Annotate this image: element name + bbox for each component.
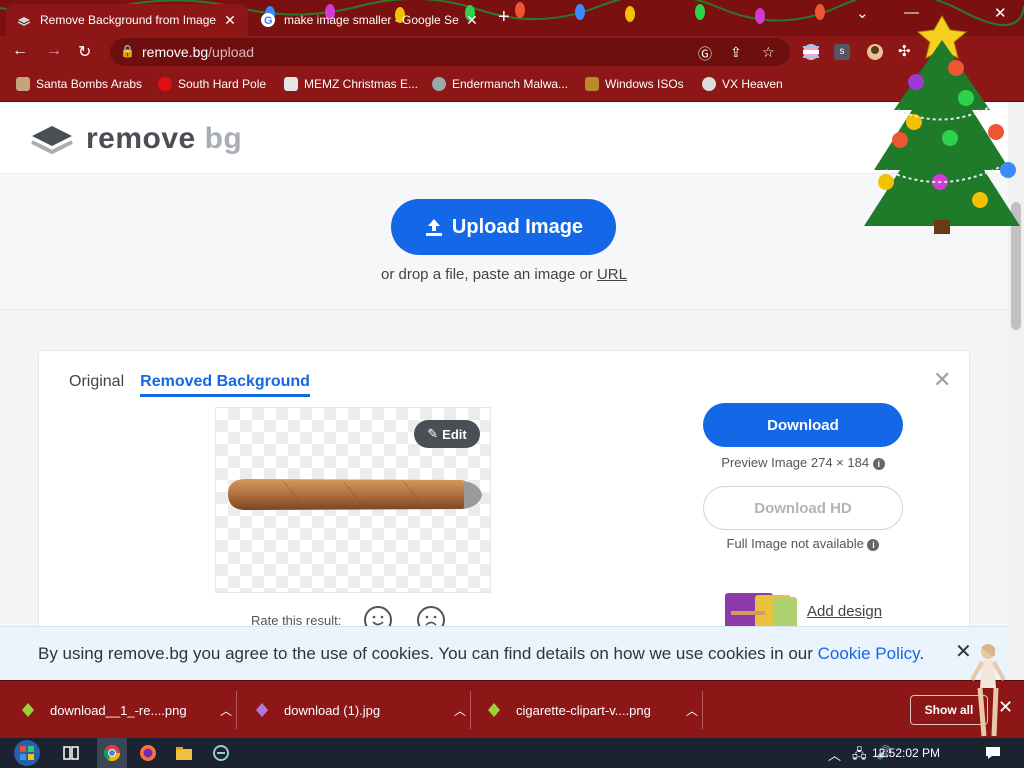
christmas-tree-overlay <box>864 14 1020 234</box>
lock-icon: 🔒 <box>120 44 135 58</box>
close-result-icon[interactable]: ✕ <box>933 367 951 393</box>
site-header: remove bg <box>0 102 1008 174</box>
bookmark-favicon-icon <box>284 77 298 91</box>
show-hidden-icons-chevron-icon[interactable]: ︿ <box>828 745 841 764</box>
bookmark-favicon-icon <box>16 77 30 91</box>
cookie-policy-link[interactable]: Cookie Policy <box>818 644 920 663</box>
address-bar[interactable]: 🔒 remove.bg/upload Ⓖ ⇪ ☆ <box>110 38 790 66</box>
bookmark-item[interactable]: Santa Bombs Arabs <box>16 77 142 91</box>
full-image-info: Full Image not available i <box>703 536 903 551</box>
image-file-icon <box>256 703 268 717</box>
logo-text-bg: bg <box>204 122 243 155</box>
url-link[interactable]: URL <box>597 266 627 283</box>
bookmark-favicon-icon <box>158 77 172 91</box>
close-tab-icon[interactable]: ✕ <box>222 12 238 29</box>
extension-s-icon[interactable]: s <box>834 44 850 60</box>
removebg-logo-icon <box>31 126 73 155</box>
upload-area[interactable]: Upload Image or drop a file, paste an im… <box>0 174 1008 310</box>
bookmark-favicon-icon <box>702 77 716 91</box>
url-text: remove.bg/upload <box>142 44 255 60</box>
taskbar-clock[interactable]: 12:52:02 PM <box>872 746 940 760</box>
divider <box>470 691 471 729</box>
divider <box>236 691 237 729</box>
firefox-icon[interactable] <box>139 744 157 762</box>
app-icon[interactable] <box>212 744 230 762</box>
notifications-icon[interactable] <box>984 744 1002 762</box>
tab-google-search[interactable]: G make image smaller - Google Se ✕ <box>250 4 490 36</box>
download-item[interactable]: download (1).jpg ︿ <box>254 681 466 739</box>
divider <box>702 691 703 729</box>
design-thumbnail-icon <box>725 593 797 629</box>
desktop-character-overlay <box>970 644 1006 737</box>
bookmark-item[interactable]: Windows ISOs <box>585 77 684 91</box>
edit-button[interactable]: ✎ Edit <box>414 420 480 448</box>
tab-title: Remove Background from Image <box>40 13 217 27</box>
google-icon: G <box>261 13 275 27</box>
cookie-banner: By using remove.bg you agree to the use … <box>0 626 1008 680</box>
back-arrow-icon[interactable]: ← <box>12 42 28 60</box>
network-icon[interactable]: 🖧 <box>852 745 867 767</box>
chevron-up-icon[interactable]: ︿ <box>220 702 232 719</box>
preview-info: Preview Image 274 × 184 i <box>703 455 903 470</box>
cookie-text: By using remove.bg you agree to the use … <box>38 644 925 663</box>
windows-taskbar: ︿ 🖧 🔊 12:52:02 PM <box>0 738 1024 768</box>
google-lens-icon[interactable]: Ⓖ <box>698 44 712 64</box>
upload-image-button[interactable]: Upload Image <box>391 199 616 255</box>
tab-title: make image smaller - Google Se <box>284 13 459 27</box>
result-preview-image: ✎ Edit <box>215 407 491 593</box>
svg-text:G: G <box>264 15 273 27</box>
chrome-icon[interactable] <box>103 744 121 762</box>
drop-hint: or drop a file, paste an image or URL <box>381 266 627 283</box>
page-content: remove bg Upload Image or drop a file, p… <box>0 102 1008 680</box>
result-tabs: Original Removed Background <box>69 373 310 397</box>
file-explorer-icon[interactable] <box>175 744 193 762</box>
close-tab-icon[interactable]: ✕ <box>464 12 480 29</box>
tab-removed-background[interactable]: Removed Background <box>140 373 310 397</box>
download-panel: Download Preview Image 274 × 184 i Downl… <box>703 403 903 551</box>
image-file-icon <box>22 703 34 717</box>
bookmark-item[interactable]: VX Heaven <box>702 77 783 91</box>
reload-icon[interactable]: ↻ <box>78 42 91 62</box>
download-hd-button[interactable]: Download HD <box>703 486 903 530</box>
bookmark-item[interactable]: MEMZ Christmas E... <box>284 77 418 91</box>
bookmark-favicon-icon <box>432 77 446 91</box>
bookmark-star-icon[interactable]: ☆ <box>762 44 775 61</box>
share-icon[interactable]: ⇪ <box>730 44 742 61</box>
download-item[interactable]: cigarette-clipart-v....png ︿ <box>486 681 698 739</box>
download-item[interactable]: download__1_-re....png ︿ <box>20 681 232 739</box>
tab-remove-background[interactable]: Remove Background from Image ✕ <box>6 4 248 36</box>
bookmark-favicon-icon <box>585 77 599 91</box>
add-design[interactable]: Add design <box>725 591 882 631</box>
chevron-up-icon[interactable]: ︿ <box>454 702 466 719</box>
image-file-icon <box>488 703 500 717</box>
start-button-icon[interactable] <box>8 738 46 768</box>
download-button[interactable]: Download <box>703 403 903 447</box>
pencil-icon: ✎ <box>427 426 439 441</box>
chevron-up-icon[interactable]: ︿ <box>686 702 698 719</box>
logo-text-remove: remove <box>86 122 196 155</box>
task-view-icon[interactable] <box>62 744 80 762</box>
bookmark-item[interactable]: Endermanch Malwa... <box>432 77 568 91</box>
removebg-favicon-icon <box>17 17 31 26</box>
forward-arrow-icon[interactable]: → <box>46 42 62 60</box>
info-icon[interactable]: i <box>867 538 880 551</box>
info-icon[interactable]: i <box>872 457 885 470</box>
cigar-image <box>228 479 482 510</box>
profile-flag-icon[interactable] <box>802 43 820 61</box>
upload-icon <box>425 219 442 236</box>
new-tab-button[interactable]: + <box>498 6 510 29</box>
tab-original[interactable]: Original <box>69 373 124 397</box>
removebg-logo[interactable]: remove bg <box>30 122 242 156</box>
bookmark-item[interactable]: South Hard Pole <box>158 77 266 91</box>
downloads-shelf: download__1_-re....png ︿ download (1).jp… <box>0 680 1024 738</box>
